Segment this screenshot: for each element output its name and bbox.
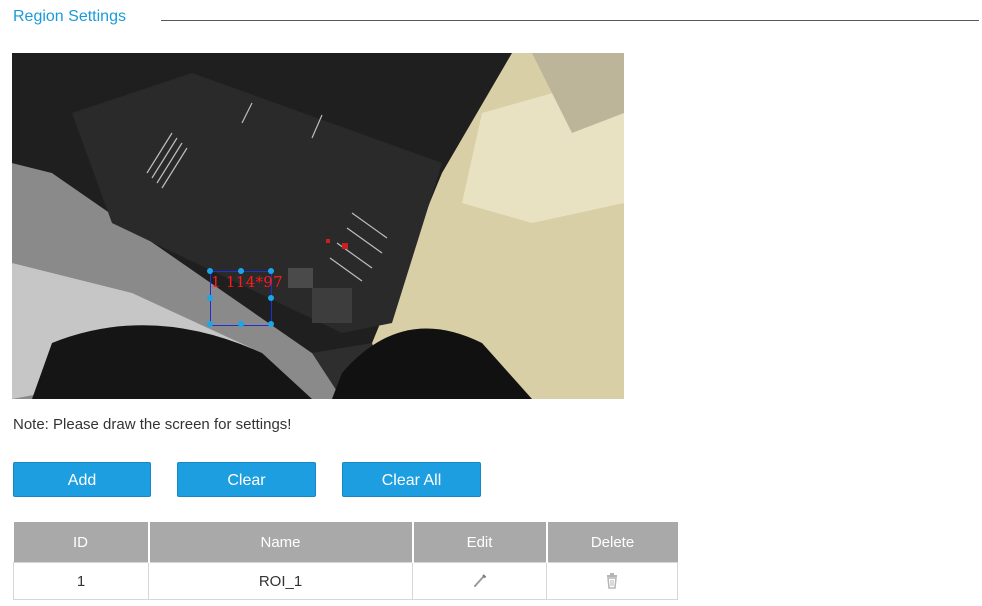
roi-handle-bottom-left[interactable] bbox=[207, 321, 213, 327]
column-header-id: ID bbox=[13, 522, 150, 563]
add-button[interactable]: Add bbox=[13, 462, 151, 497]
roi-label: 1 114*97 bbox=[211, 273, 283, 291]
draw-note: Note: Please draw the screen for setting… bbox=[13, 416, 292, 433]
roi-handle-bottom-middle[interactable] bbox=[238, 321, 244, 327]
column-header-delete: Delete bbox=[546, 522, 678, 563]
roi-handle-bottom-right[interactable] bbox=[268, 321, 274, 327]
pencil-icon[interactable] bbox=[471, 572, 489, 590]
roi-table: ID Name Edit Delete 1 ROI_1 bbox=[13, 522, 678, 600]
trash-icon[interactable] bbox=[603, 572, 621, 590]
column-header-edit: Edit bbox=[412, 522, 548, 563]
clear-all-button[interactable]: Clear All bbox=[342, 462, 481, 497]
row-delete-cell bbox=[546, 562, 678, 600]
row-id: 1 bbox=[13, 562, 149, 600]
section-title: Region Settings bbox=[13, 8, 126, 25]
roi-handle-middle-left[interactable] bbox=[207, 295, 213, 301]
section-header: Region Settings bbox=[13, 6, 979, 30]
section-divider bbox=[161, 20, 979, 21]
camera-frame bbox=[12, 53, 624, 399]
table-header-row: ID Name Edit Delete bbox=[13, 522, 678, 563]
column-header-name: Name bbox=[148, 522, 414, 563]
row-name: ROI_1 bbox=[148, 562, 413, 600]
row-edit-cell bbox=[412, 562, 547, 600]
clear-button[interactable]: Clear bbox=[177, 462, 316, 497]
video-preview[interactable]: 1 114*97 bbox=[12, 53, 624, 399]
table-row: 1 ROI_1 bbox=[13, 562, 678, 600]
roi-handle-middle-right[interactable] bbox=[268, 295, 274, 301]
